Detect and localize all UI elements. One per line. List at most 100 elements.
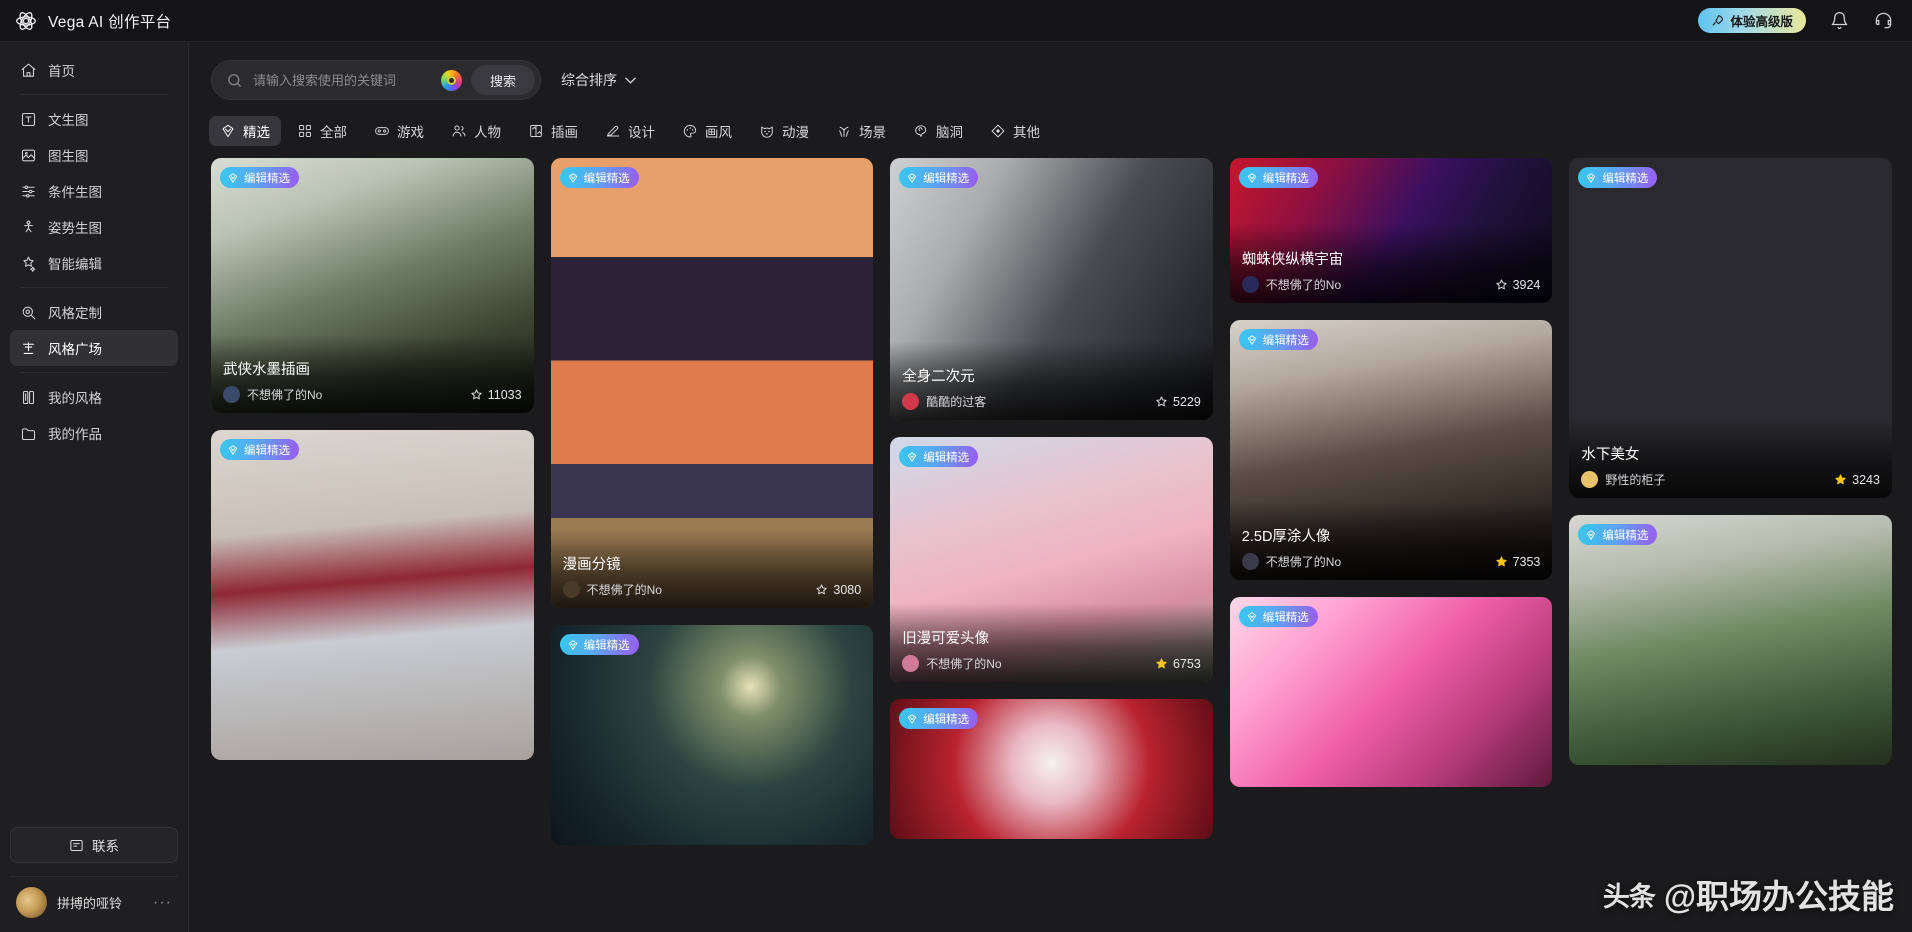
my-works-icon: [20, 425, 37, 442]
style-card[interactable]: 编辑精选: [211, 430, 534, 760]
sidebar-item-9[interactable]: 我的作品: [10, 415, 178, 451]
sidebar-item-label: 智能编辑: [48, 257, 102, 272]
sidebar-item-4[interactable]: 姿势生图: [10, 209, 178, 245]
style-card[interactable]: 编辑精选旧漫可爱头像不想佛了的No 6753: [890, 437, 1213, 682]
sort-label: 综合排序: [561, 72, 617, 88]
sidebar-item-6[interactable]: 风格定制: [10, 294, 178, 330]
tab-6[interactable]: 画风: [671, 116, 743, 146]
author-avatar: [902, 655, 920, 672]
editor-pick-badge: 编辑精选: [1238, 606, 1318, 627]
card-title: 2.5D厚涂人像: [1241, 529, 1331, 545]
home-icon: [20, 62, 37, 79]
masonry-column: 编辑精选 漫画分镜 不想佛了的No 3080 编辑精选: [550, 158, 874, 845]
sidebar-divider: [20, 287, 168, 288]
sidebar-item-0[interactable]: 首页: [10, 52, 178, 88]
card-title: 全身二次元: [902, 369, 975, 385]
tab-3[interactable]: 人物: [440, 116, 512, 146]
brand[interactable]: Vega AI 创作平台: [14, 9, 171, 33]
notification-bell-icon[interactable]: [1828, 10, 1850, 32]
tab-4[interactable]: 插画: [517, 116, 589, 146]
tab-1[interactable]: 全部: [286, 116, 358, 146]
card-author: 不想佛了的No: [1265, 555, 1342, 569]
card-meta: 不想佛了的No 11033: [223, 386, 522, 403]
favorite-count-value: 6753: [1172, 656, 1201, 671]
body: 首页 文生图 图生图 条件生图 姿势生图 智能编辑 风格定制 风格广场 我的风格 我的作品 联系 …: [0, 42, 1912, 932]
badge-label: 编辑精选: [1602, 172, 1649, 185]
gem-icon: [1587, 172, 1596, 183]
premium-upgrade-button[interactable]: 体验高级版: [1698, 8, 1806, 33]
brand-title: Vega AI 创作平台: [48, 13, 172, 31]
favorite-count-value: 11033: [487, 387, 522, 402]
style-card[interactable]: 编辑精选 漫画分镜 不想佛了的No 3080: [550, 158, 874, 608]
card-meta: 野性的柜子 3243: [1581, 471, 1880, 488]
badge-label: 编辑精选: [923, 713, 970, 726]
sidebar-item-label: 姿势生图: [48, 221, 102, 236]
camera-icon[interactable]: [440, 69, 462, 91]
tab-7[interactable]: 动漫: [748, 116, 820, 146]
sidebar-item-5[interactable]: 智能编辑: [10, 245, 178, 281]
support-headset-icon[interactable]: [1872, 10, 1894, 32]
editor-pick-badge: 编辑精选: [1578, 524, 1658, 545]
card-author: 不想佛了的No: [1265, 278, 1342, 292]
palette-icon: [682, 123, 698, 139]
user-more-icon[interactable]: ···: [153, 894, 172, 912]
tab-10[interactable]: 其他: [979, 116, 1051, 146]
star-icon: [1156, 658, 1167, 669]
search-row: 搜索 综合排序: [189, 42, 1912, 100]
tab-label: 脑洞: [936, 125, 963, 140]
tab-5[interactable]: 设计: [594, 116, 666, 146]
card-favorite-count: 5229: [1155, 395, 1201, 409]
main-content: 搜索 综合排序 精选全部游戏人物插画设计画风动漫场景脑洞其他 编辑精选武侠水墨插…: [189, 42, 1912, 932]
editor-pick-badge: 编辑精选: [899, 446, 979, 467]
sort-dropdown[interactable]: 综合排序: [561, 70, 636, 90]
style-card[interactable]: 编辑精选 2.5D厚涂人像 不想佛了的No 7353: [1229, 320, 1553, 580]
style-card[interactable]: 编辑精选: [1569, 515, 1892, 765]
card-favorite-count: 6753: [1155, 657, 1201, 671]
style-card[interactable]: 编辑精选: [550, 625, 874, 845]
badge-label: 编辑精选: [583, 639, 630, 652]
style-card[interactable]: 编辑精选: [1229, 597, 1553, 787]
style-card[interactable]: 编辑精选 蜘蛛侠纵横宇宙 不想佛了的No 3924: [1229, 158, 1553, 303]
star-icon: [816, 584, 827, 595]
badge-label: 编辑精选: [923, 172, 970, 185]
tab-8[interactable]: 场景: [825, 116, 897, 146]
card-author: 酷酷的过客: [926, 395, 987, 409]
anime-cat-icon: [759, 123, 775, 139]
card-author: 不想佛了的No: [247, 388, 323, 402]
style-custom-icon: [20, 304, 37, 321]
message-icon: [70, 839, 83, 851]
search-box[interactable]: 搜索: [211, 60, 541, 100]
style-card[interactable]: 编辑精选 武侠水墨插画 不想佛了的No 11033: [211, 158, 534, 413]
chevron-down-icon: [625, 76, 636, 84]
card-author: 不想佛了的No: [926, 657, 1002, 671]
contact-button[interactable]: 联系: [10, 827, 178, 863]
card-author: 不想佛了的No: [586, 583, 662, 597]
card-favorite-count: 11033: [470, 388, 522, 402]
author-avatar: [223, 386, 240, 403]
sidebar-item-label: 我的作品: [48, 427, 102, 442]
my-style-icon: [20, 389, 37, 406]
sidebar-item-3[interactable]: 条件生图: [10, 173, 178, 209]
card-title: 武侠水墨插画: [223, 362, 310, 378]
card-title: 旧漫可爱头像: [902, 631, 990, 647]
rocket-icon: [1713, 15, 1724, 26]
star-icon: [1495, 556, 1507, 567]
sidebar-item-7[interactable]: 风格广场: [10, 330, 178, 366]
star-icon: [1495, 279, 1507, 290]
gem-icon: [1587, 529, 1596, 540]
search-button[interactable]: 搜索: [470, 65, 535, 95]
style-card[interactable]: 编辑精选 水下美女 野性的柜子 3243: [1569, 158, 1892, 498]
search-input[interactable]: [243, 72, 441, 88]
tab-0[interactable]: 精选: [209, 116, 281, 146]
style-card[interactable]: 编辑精选全身二次元酷酷的过客 5229: [890, 158, 1213, 420]
tab-2[interactable]: 游戏: [363, 116, 435, 146]
sidebar-item-1[interactable]: 文生图: [10, 101, 178, 137]
sidebar-item-8[interactable]: 我的风格: [10, 379, 178, 415]
user-profile-row[interactable]: 拼搏的哑铃 ···: [10, 887, 178, 932]
illustration-icon: [528, 123, 544, 139]
editor-pick-badge: 编辑精选: [559, 167, 639, 188]
premium-label: 体验高级版: [1730, 15, 1793, 29]
sidebar-item-2[interactable]: 图生图: [10, 137, 178, 173]
tab-9[interactable]: 脑洞: [902, 116, 974, 146]
style-card[interactable]: 编辑精选: [890, 699, 1213, 839]
